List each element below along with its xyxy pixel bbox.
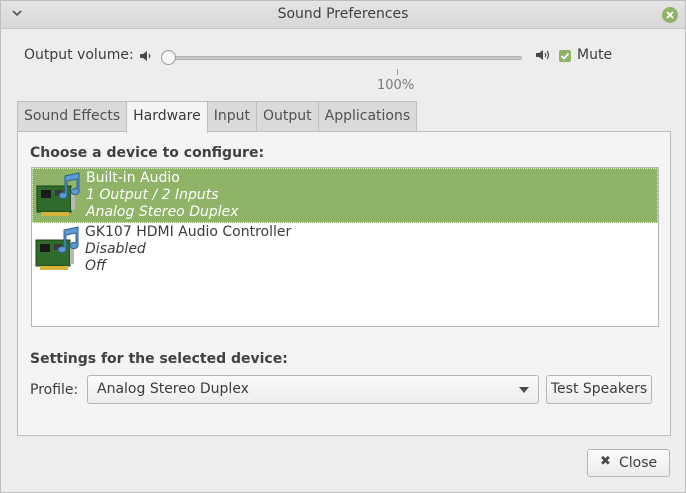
device-name: GK107 HDMI Audio Controller <box>85 224 292 240</box>
settings-title: Settings for the selected device: <box>30 351 288 367</box>
sound-preferences-window: Sound Preferences Output volume: 100% Mu… <box>0 0 686 493</box>
device-profile: Off <box>85 258 107 274</box>
device-name: Built-in Audio <box>86 170 180 186</box>
device-text: GK107 HDMI Audio Controller Disabled Off <box>85 224 291 275</box>
tab-input[interactable]: Input <box>206 101 257 132</box>
device-list[interactable]: Built-in Audio 1 Output / 2 Inputs Analo… <box>31 167 659 327</box>
volume-slider-track[interactable] <box>165 56 522 60</box>
speaker-low-icon <box>140 51 151 61</box>
dropdown-arrow-icon <box>519 387 529 393</box>
sound-card-icon <box>35 226 79 270</box>
speaker-high-icon <box>536 50 550 60</box>
output-volume-label: Output volume: <box>24 47 134 63</box>
volume-slider-handle[interactable] <box>161 50 176 65</box>
volume-100-label: 100% <box>377 78 415 93</box>
tab-sound-effects[interactable]: Sound Effects <box>17 101 128 132</box>
device-status: Disabled <box>85 241 146 257</box>
profile-value: Analog Stereo Duplex <box>97 381 249 397</box>
close-button-label: Close <box>619 455 658 471</box>
sound-card-icon <box>36 172 80 216</box>
profile-label: Profile: <box>30 382 79 398</box>
title-bar[interactable]: Sound Preferences <box>1 1 685 29</box>
device-ports: 1 Output / 2 Inputs <box>86 187 219 203</box>
close-icon[interactable] <box>662 7 678 23</box>
tab-output[interactable]: Output <box>255 101 319 132</box>
test-speakers-button[interactable]: Test Speakers <box>546 375 652 404</box>
check-icon <box>560 52 570 60</box>
profile-dropdown[interactable]: Analog Stereo Duplex <box>87 375 539 404</box>
window-title: Sound Preferences <box>277 6 409 22</box>
device-profile: Analog Stereo Duplex <box>86 204 239 220</box>
volume-100-tick <box>397 69 398 75</box>
tab-hardware[interactable]: Hardware <box>126 101 208 133</box>
device-text: Built-in Audio 1 Output / 2 Inputs Analo… <box>86 170 239 221</box>
tab-applications[interactable]: Applications <box>317 101 418 132</box>
hardware-panel: Choose a device to configure: Built-in A… <box>17 131 671 436</box>
mute-checkbox[interactable] <box>559 50 571 62</box>
tab-bar: Sound Effects Hardware Input Output Appl… <box>17 101 418 133</box>
choose-device-title: Choose a device to configure: <box>30 145 265 161</box>
close-x-icon: ✖ <box>600 454 611 469</box>
list-item-built-in-audio[interactable]: Built-in Audio 1 Output / 2 Inputs Analo… <box>32 168 658 223</box>
close-button[interactable]: ✖ Close <box>587 449 670 477</box>
mute-label[interactable]: Mute <box>577 47 612 63</box>
list-item-hdmi-audio[interactable]: GK107 HDMI Audio Controller Disabled Off <box>32 223 658 278</box>
